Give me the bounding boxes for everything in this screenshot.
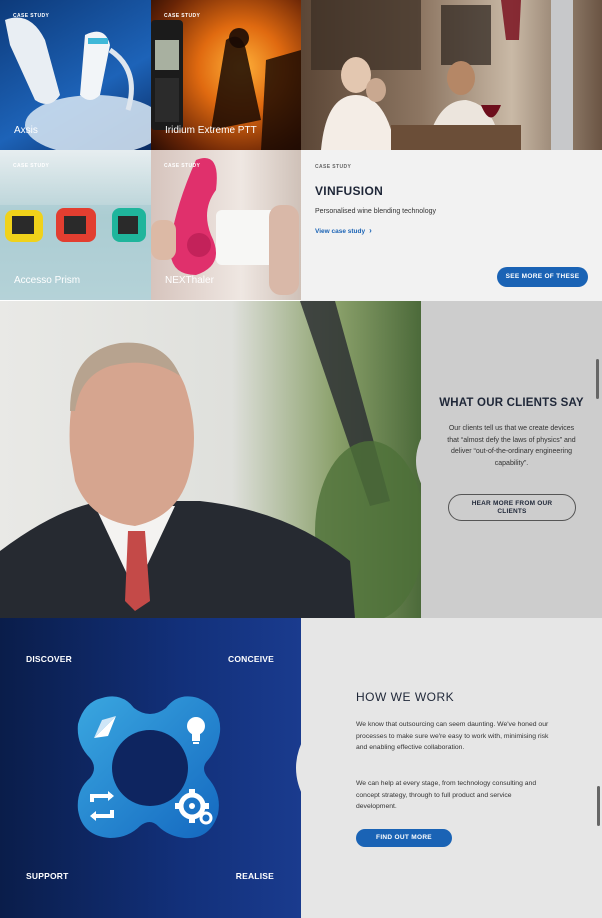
tile-title: Axsis bbox=[14, 125, 38, 136]
clients-text: Our clients tell us that we create devic… bbox=[447, 425, 576, 467]
stage-conceive: CONCEIVE bbox=[228, 654, 274, 664]
view-case-study-link[interactable]: View case study › bbox=[315, 226, 372, 235]
vinfusion-description: Personalised wine blending technology bbox=[315, 208, 437, 215]
clients-panel: WHAT OUR CLIENTS SAY Our clients tell us… bbox=[416, 301, 602, 618]
panel-notch bbox=[296, 736, 305, 800]
process-graphic: DISCOVER CONCEIVE SUPPORT REALISE bbox=[0, 618, 301, 918]
scroll-indicator[interactable] bbox=[596, 359, 599, 399]
how-we-work-paragraph-1: We know that outsourcing can seem daunti… bbox=[356, 721, 549, 751]
scroll-indicator[interactable] bbox=[597, 786, 600, 826]
case-study-tile-accesso-prism[interactable]: CASE STUDY Accesso Prism bbox=[0, 150, 151, 300]
case-study-tag: CASE STUDY bbox=[164, 163, 201, 169]
panel-notch bbox=[416, 431, 425, 491]
stage-discover: DISCOVER bbox=[26, 654, 72, 664]
case-study-tile-iridium[interactable]: CASE STUDY Iridium Extreme PTT bbox=[151, 0, 301, 150]
case-study-tile-axsis[interactable]: CASE STUDY Axsis bbox=[0, 0, 151, 150]
vinfusion-panel: CASE STUDY VINFUSION Personalised wine b… bbox=[301, 150, 602, 301]
tile-title: Accesso Prism bbox=[14, 275, 81, 286]
chevron-right-icon: › bbox=[369, 226, 372, 235]
how-we-work-panel: HOW WE WORK We know that outsourcing can… bbox=[296, 618, 602, 918]
hear-more-button[interactable]: HEAR MORE FROM OUR CLIENTS bbox=[448, 494, 576, 521]
how-we-work-section: DISCOVER CONCEIVE SUPPORT REALISE HOW WE… bbox=[0, 618, 602, 918]
find-out-more-button[interactable]: FIND OUT MORE bbox=[356, 829, 452, 847]
clients-title: WHAT OUR CLIENTS SAY bbox=[439, 397, 584, 409]
see-more-button[interactable]: SEE MORE OF THESE bbox=[497, 267, 588, 287]
tile-title: NEXThaler bbox=[165, 275, 214, 286]
case-study-tag: CASE STUDY bbox=[315, 164, 352, 170]
vinfusion-title: VINFUSION bbox=[315, 184, 384, 198]
case-study-tag: CASE STUDY bbox=[164, 13, 201, 19]
wine-bar-image bbox=[301, 0, 602, 150]
case-study-tile-nexthaler[interactable]: CASE STUDY NEXThaler bbox=[151, 150, 301, 300]
tile-title: Iridium Extreme PTT bbox=[165, 125, 257, 136]
testimonial-section: WHAT OUR CLIENTS SAY Our clients tell us… bbox=[0, 301, 602, 618]
how-we-work-title: HOW WE WORK bbox=[356, 690, 455, 704]
how-we-work-paragraph-2: We can help at every stage, from technol… bbox=[356, 780, 537, 810]
stage-realise: REALISE bbox=[235, 871, 274, 881]
process-cycle-graphic bbox=[77, 696, 221, 839]
case-study-tag: CASE STUDY bbox=[13, 13, 50, 19]
client-portrait-image bbox=[0, 301, 421, 618]
case-study-tag: CASE STUDY bbox=[13, 163, 50, 169]
link-label: View case study bbox=[315, 228, 366, 235]
stage-support: SUPPORT bbox=[26, 871, 69, 881]
